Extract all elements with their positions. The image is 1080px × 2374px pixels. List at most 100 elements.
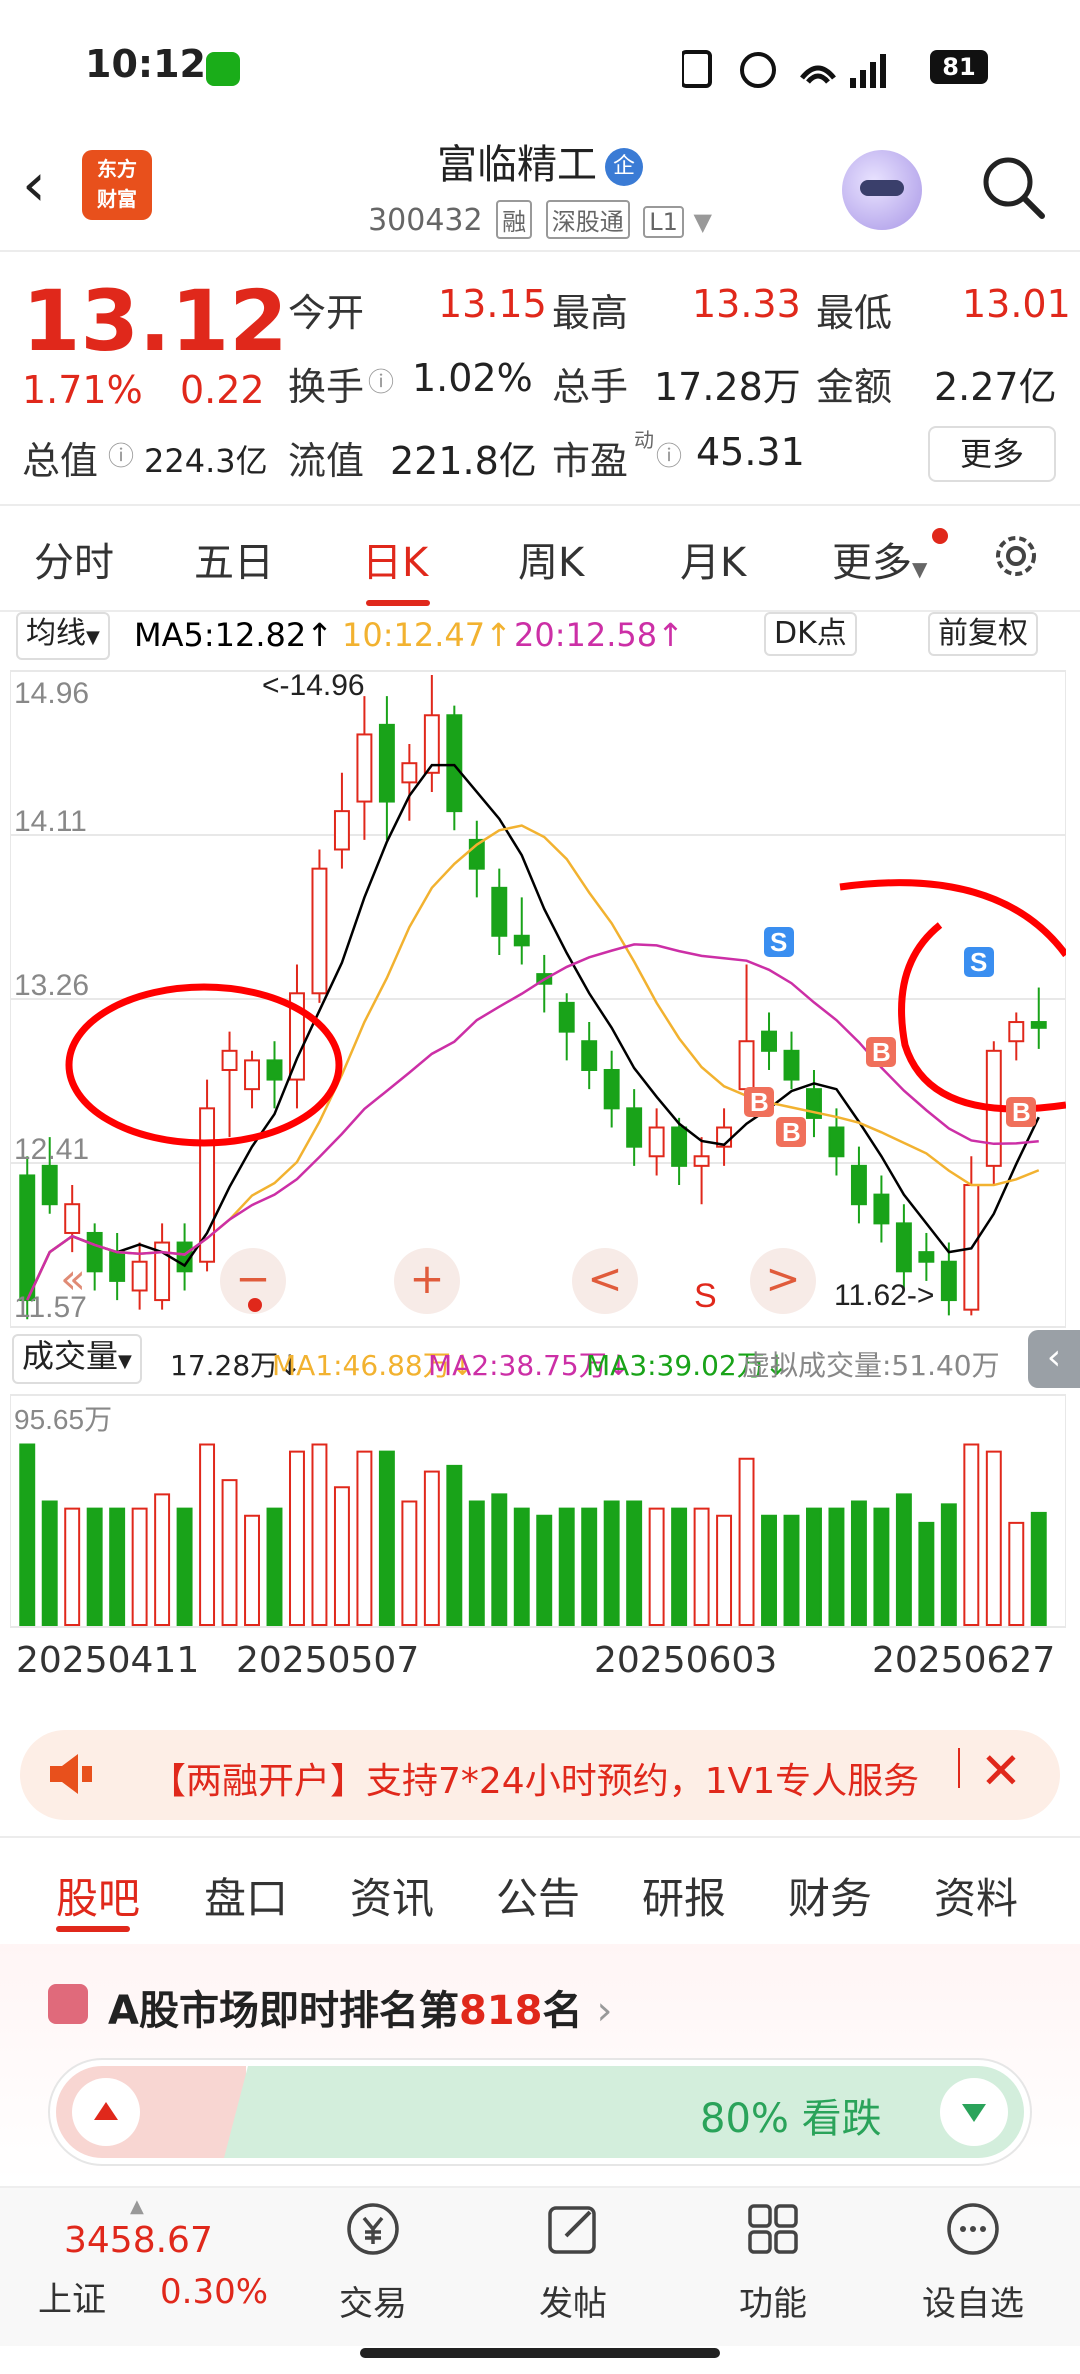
margin-tag: 融 [496, 200, 533, 239]
tab-daily-k[interactable]: 日K [362, 530, 428, 588]
vote-up-button[interactable] [72, 2078, 140, 2146]
chevron-down-icon: ▼ [118, 1351, 132, 1372]
pe-label: 市盈 [552, 439, 629, 483]
volume-bar [963, 1443, 980, 1626]
sell-marker-text: S [770, 927, 787, 957]
volume-bar [985, 1450, 1002, 1626]
subtab-finance[interactable]: 财务 [788, 1865, 872, 1926]
volume-bar [895, 1493, 912, 1626]
indicator-dot [248, 1298, 262, 1312]
volume-bar [806, 1507, 822, 1626]
volume-bar [244, 1514, 260, 1626]
triangle-up-icon [94, 2102, 118, 2120]
date-label: 20250507 [236, 1640, 420, 1681]
speaker-icon [50, 1754, 92, 1794]
info-icon[interactable]: ⓘ [108, 436, 134, 473]
tab-weekly-k[interactable]: 周K [518, 530, 584, 588]
candle [109, 1251, 126, 1282]
ma-selector-label: 均线 [26, 616, 86, 651]
volume-max-label: 95.65万 [14, 1404, 112, 1435]
volume-bar [761, 1514, 777, 1626]
tab-monthly-k[interactable]: 月K [680, 530, 746, 588]
adjust-button[interactable]: 前复权 [928, 612, 1038, 656]
y-label-top: 14.96 [14, 677, 89, 710]
chart-grid [10, 670, 1066, 1628]
pe-value: 45.31 [696, 430, 805, 474]
volume-bar [109, 1507, 126, 1626]
tab-five-day[interactable]: 五日 [194, 530, 274, 588]
index-value[interactable]: 3458.67 [64, 2220, 213, 2261]
subtab-forum[interactable]: 股吧 [56, 1865, 140, 1926]
amount-label: 金额 [816, 365, 893, 409]
volume-bar [1030, 1511, 1047, 1627]
tab-more[interactable]: 更多▼ [832, 530, 927, 588]
tab-more-label: 更多 [832, 540, 912, 586]
chevron-right-icon: › [596, 1988, 613, 2034]
rank-number: 818 [458, 1988, 543, 2034]
volume-bar [221, 1479, 238, 1626]
ma20-value: 20:12.58↑ [514, 616, 684, 654]
nav-trade[interactable]: 交易 [308, 2200, 438, 2325]
subtab-announcements[interactable]: 公告 [496, 1865, 580, 1926]
assistant-robot-icon[interactable] [842, 150, 922, 230]
volume-bar [558, 1507, 575, 1626]
info-icon[interactable]: ⓘ [368, 362, 394, 399]
nav-functions[interactable]: 功能 [708, 2200, 838, 2325]
candle [491, 886, 508, 937]
candle [648, 1126, 665, 1158]
chevron-down-icon[interactable]: ▼ [693, 208, 711, 236]
nav-watchlist[interactable]: 设自选 [908, 2200, 1038, 2325]
buy-marker-text: B [1012, 1097, 1031, 1127]
volume-bar [154, 1493, 171, 1626]
tab-intraday[interactable]: 分时 [34, 530, 114, 588]
volume-bar [423, 1470, 440, 1627]
vote-down-button[interactable] [940, 2078, 1008, 2146]
scroll-left-button[interactable]: < [572, 1248, 638, 1314]
info-icon[interactable]: ⓘ [656, 436, 682, 473]
dk-point-button[interactable]: DK点 [764, 612, 857, 656]
candles [19, 675, 1047, 1320]
rank-link[interactable]: A股市场即时排名第818名 › [108, 1978, 612, 2036]
zoom-in-button[interactable]: + [394, 1248, 460, 1314]
bear-percentage: 80% 看跌 [700, 2096, 882, 2142]
divider [0, 504, 1080, 506]
subtab-profile[interactable]: 资料 [934, 1865, 1018, 1926]
rank-suffix: 名 [542, 1988, 583, 2034]
scroll-right-button[interactable]: > [750, 1248, 816, 1314]
volume-bar [356, 1450, 373, 1626]
volume-bar [873, 1507, 890, 1626]
rewind-button[interactable]: « [40, 1248, 106, 1314]
chevron-up-icon[interactable]: ▲ [130, 2196, 144, 2217]
candle [940, 1260, 957, 1302]
candle [131, 1260, 148, 1292]
nav-post[interactable]: 发帖 [508, 2200, 638, 2325]
battery-indicator: 81 [930, 50, 988, 84]
subtab-news[interactable]: 资讯 [350, 1865, 434, 1926]
status-icons [682, 50, 886, 88]
float-cap-value: 221.8亿 [390, 439, 537, 483]
search-icon[interactable] [978, 152, 1048, 222]
nav-watchlist-label: 设自选 [922, 2284, 1024, 2324]
volume-bar [850, 1500, 867, 1626]
volume-bar [738, 1457, 755, 1626]
volume-bar [1008, 1521, 1025, 1626]
volume-bar [491, 1493, 508, 1626]
wechat-icon [206, 52, 240, 86]
volume-selector[interactable]: 成交量▼ [12, 1334, 142, 1384]
ma5-value: MA5:12.82↑ [134, 616, 334, 654]
subtab-orderbook[interactable]: 盘口 [204, 1865, 288, 1926]
chevron-down-icon: ▼ [912, 557, 928, 581]
candle [311, 867, 328, 995]
ma-selector[interactable]: 均线▼ [16, 612, 110, 660]
banner-text[interactable]: 【两融开户】支持7*24小时预约，1V1专人服务 [150, 1752, 950, 1804]
close-icon[interactable]: ✕ [980, 1742, 1022, 1800]
collapse-panel-button[interactable]: ‹ [1028, 1330, 1080, 1388]
candlestick-chart[interactable]: S S B B B B 14.96 14.11 13.26 12.41 11.5… [10, 665, 1066, 1645]
gear-icon[interactable] [990, 530, 1042, 582]
open-value: 13.15 [438, 282, 547, 326]
subtab-research[interactable]: 研报 [642, 1865, 726, 1926]
more-button[interactable]: 更多 [928, 426, 1056, 482]
volume-bar [671, 1507, 688, 1626]
candle [761, 1030, 777, 1052]
candle [401, 762, 418, 784]
